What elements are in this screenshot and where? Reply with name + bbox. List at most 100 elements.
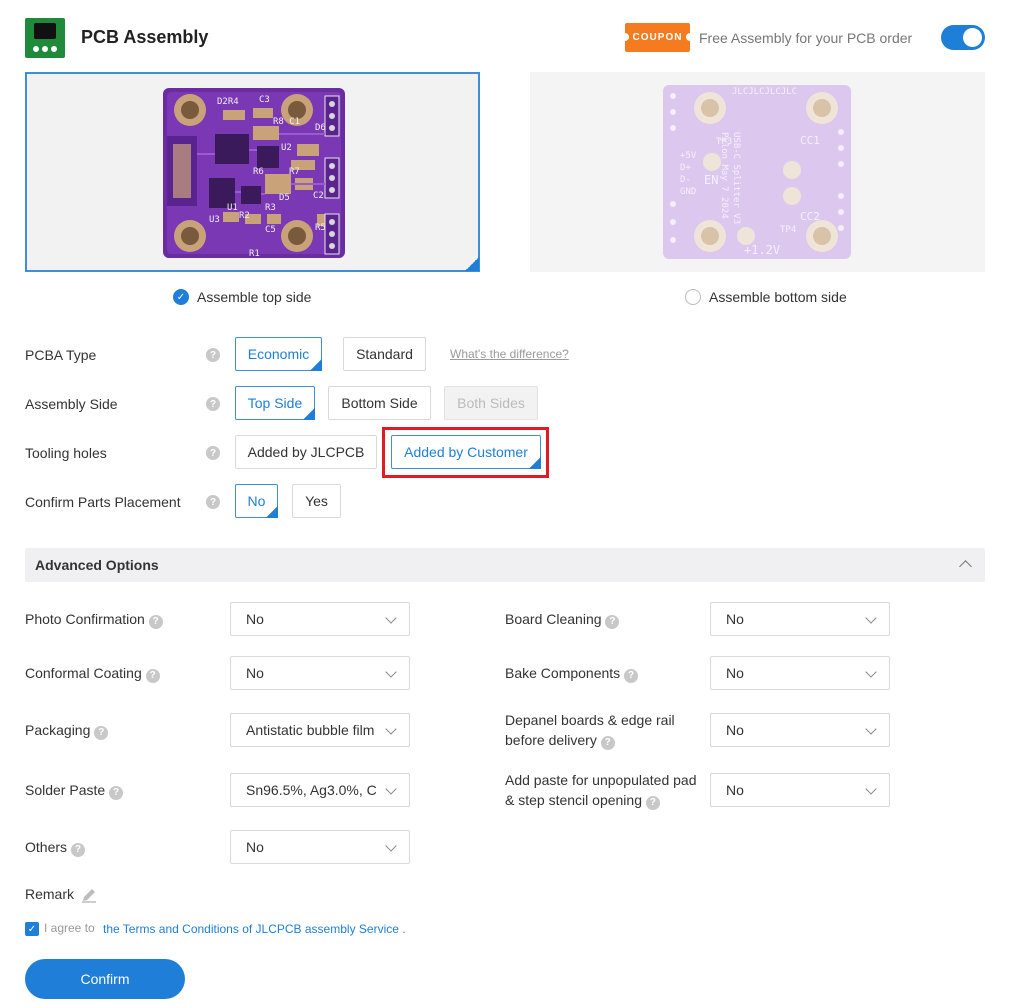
svg-text:USB-C Splitter V3: USB-C Splitter V3 — [731, 132, 741, 224]
svg-text:C3: C3 — [259, 95, 270, 105]
depanel-boards-label: Depanel boards & edge rail before delive… — [505, 710, 675, 750]
confirm-button[interactable]: Confirm — [25, 959, 185, 999]
svg-text:+5V: +5V — [680, 151, 697, 161]
advanced-options-header[interactable] — [25, 548, 985, 582]
select-value: No — [726, 665, 744, 681]
solder-paste-select[interactable]: Sn96.5%, Ag3.0%, Cu0.5% — [230, 773, 410, 807]
help-icon[interactable]: ? — [148, 615, 163, 629]
confirm-parts-no-button[interactable]: No — [235, 484, 278, 518]
chevron-down-icon — [385, 666, 397, 678]
radio-unchecked-icon[interactable] — [685, 289, 701, 305]
assembly-side-bottom-button[interactable]: Bottom Side — [328, 386, 431, 420]
confirm-parts-placement-label: Confirm Parts Placement — [25, 494, 181, 510]
add-paste-label: Add paste for unpopulated pad & step ste… — [505, 770, 697, 810]
chevron-down-icon — [865, 723, 877, 735]
packaging-select[interactable]: Antistatic bubble film — [230, 713, 410, 747]
photo-confirmation-select[interactable]: No — [230, 602, 410, 636]
bake-components-label: Bake Components ? — [505, 663, 639, 683]
help-icon[interactable]: ? — [600, 736, 615, 750]
assemble-bottom-side-label: Assemble bottom side — [709, 289, 847, 305]
tooling-holes-label: Tooling holes — [25, 445, 107, 461]
photo-confirmation-label: Photo Confirmation ? — [25, 609, 163, 629]
conformal-coating-text: Conformal Coating — [25, 665, 142, 681]
radio-checked-icon[interactable]: ✓ — [173, 289, 189, 305]
svg-text:C2: C2 — [313, 191, 324, 201]
assemble-bottom-side-option[interactable]: Assemble bottom side — [685, 289, 847, 305]
svg-text:EN: EN — [704, 173, 718, 187]
help-icon[interactable]: ? — [145, 669, 160, 683]
confirm-parts-yes-button[interactable]: Yes — [292, 484, 341, 518]
help-icon[interactable]: ? — [109, 786, 124, 800]
add-paste-select[interactable]: No — [710, 773, 890, 807]
whats-the-difference-link[interactable]: What's the difference? — [450, 347, 569, 361]
agree-prefix: I agree to — [44, 921, 95, 935]
help-icon[interactable]: ? — [206, 495, 220, 509]
svg-text:R2: R2 — [239, 211, 250, 221]
help-icon[interactable]: ? — [645, 796, 660, 810]
select-value: No — [726, 782, 744, 798]
help-icon[interactable]: ? — [206, 446, 220, 460]
board-cleaning-select[interactable]: No — [710, 602, 890, 636]
pcb-top-side-image[interactable]: D2R4 C3 D6 R6 R8 C1 U2 R7 C2 U1 U3 R2 R3 C5 R5 … — [25, 72, 480, 272]
help-icon[interactable]: ? — [206, 397, 220, 411]
terms-link-text[interactable]: the Terms and Conditions of JLCPCB assem… — [103, 922, 399, 936]
others-text: Others — [25, 839, 68, 855]
svg-text:R5: R5 — [315, 223, 326, 233]
advanced-options-title: Advanced Options — [35, 557, 159, 573]
bake-components-select[interactable]: No — [710, 656, 890, 690]
conformal-coating-label: Conformal Coating ? — [25, 663, 160, 683]
photo-confirmation-text: Photo Confirmation — [25, 611, 145, 627]
help-icon[interactable]: ? — [624, 669, 639, 683]
bake-components-text: Bake Components — [505, 665, 621, 681]
pcb-bottom-side-image[interactable]: JLCJLCJLCJLC +5V D+ D- GND EN +1.2V CC1 CC… — [530, 72, 985, 272]
pcba-type-standard-button[interactable]: Standard — [343, 337, 426, 371]
svg-text:R8 C1: R8 C1 — [273, 117, 300, 127]
solder-paste-label: Solder Paste ? — [25, 780, 124, 800]
add-paste-text-line1: Add paste for unpopulated pad — [505, 772, 697, 788]
terms-link[interactable]: the Terms and Conditions of JLCPCB assem… — [103, 922, 406, 936]
coupon-badge: COUPON — [621, 23, 694, 52]
depanel-boards-text-line2: before delivery — [505, 732, 597, 748]
svg-text:+1.2V: +1.2V — [744, 243, 780, 257]
svg-text:D5: D5 — [279, 193, 290, 203]
select-value: Antistatic bubble film — [246, 722, 375, 738]
assembly-side-top-button[interactable]: Top Side — [235, 386, 315, 420]
svg-text:JLCJLCJLCJLC: JLCJLCJLCJLC — [732, 87, 797, 97]
others-select[interactable]: No — [230, 830, 410, 864]
help-icon[interactable]: ? — [605, 615, 620, 629]
svg-text:U1: U1 — [227, 203, 238, 213]
pcb-assembly-logo-icon — [25, 18, 65, 58]
free-assembly-text: Free Assembly for your PCB order — [699, 30, 913, 46]
packaging-text: Packaging — [25, 722, 91, 738]
svg-text:C5: C5 — [265, 225, 276, 235]
svg-text:R3: R3 — [265, 203, 276, 213]
help-icon[interactable]: ? — [70, 843, 85, 857]
remark-label: Remark — [25, 886, 75, 902]
chevron-down-icon — [865, 612, 877, 624]
pcb-top-render: D2R4 C3 D6R6 R8 C1U2 R7C2 U1U3 R2R3 C5 R5 … — [163, 88, 345, 259]
pencil-icon[interactable] — [80, 886, 98, 904]
assembly-side-both-button[interactable]: Both Sides — [444, 386, 538, 420]
assemble-top-side-option[interactable]: ✓ Assemble top side — [173, 289, 311, 305]
conformal-coating-select[interactable]: No — [230, 656, 410, 690]
add-paste-text-line2: & step stencil opening — [505, 792, 642, 808]
select-value: No — [726, 722, 744, 738]
help-icon[interactable]: ? — [206, 348, 220, 362]
depanel-boards-select[interactable]: No — [710, 713, 890, 747]
chevron-down-icon — [385, 783, 397, 795]
assemble-top-side-label: Assemble top side — [197, 289, 312, 305]
agree-checkbox[interactable]: ✓ — [25, 922, 39, 936]
board-cleaning-text: Board Cleaning — [505, 611, 602, 627]
svg-text:U2: U2 — [281, 143, 292, 153]
svg-text:TP4: TP4 — [780, 225, 796, 235]
tooling-holes-jlcpcb-button[interactable]: Added by JLCPCB — [235, 435, 377, 469]
terms-suffix: . — [402, 922, 406, 936]
help-icon[interactable]: ? — [94, 726, 109, 740]
pcba-type-label: PCBA Type — [25, 347, 97, 363]
chevron-down-icon — [865, 666, 877, 678]
svg-text:D2R4: D2R4 — [217, 97, 239, 107]
others-label: Others ? — [25, 837, 85, 857]
svg-text:CC2: CC2 — [800, 210, 820, 223]
free-assembly-toggle[interactable] — [941, 25, 985, 50]
pcba-type-economic-button[interactable]: Economic — [235, 337, 322, 371]
